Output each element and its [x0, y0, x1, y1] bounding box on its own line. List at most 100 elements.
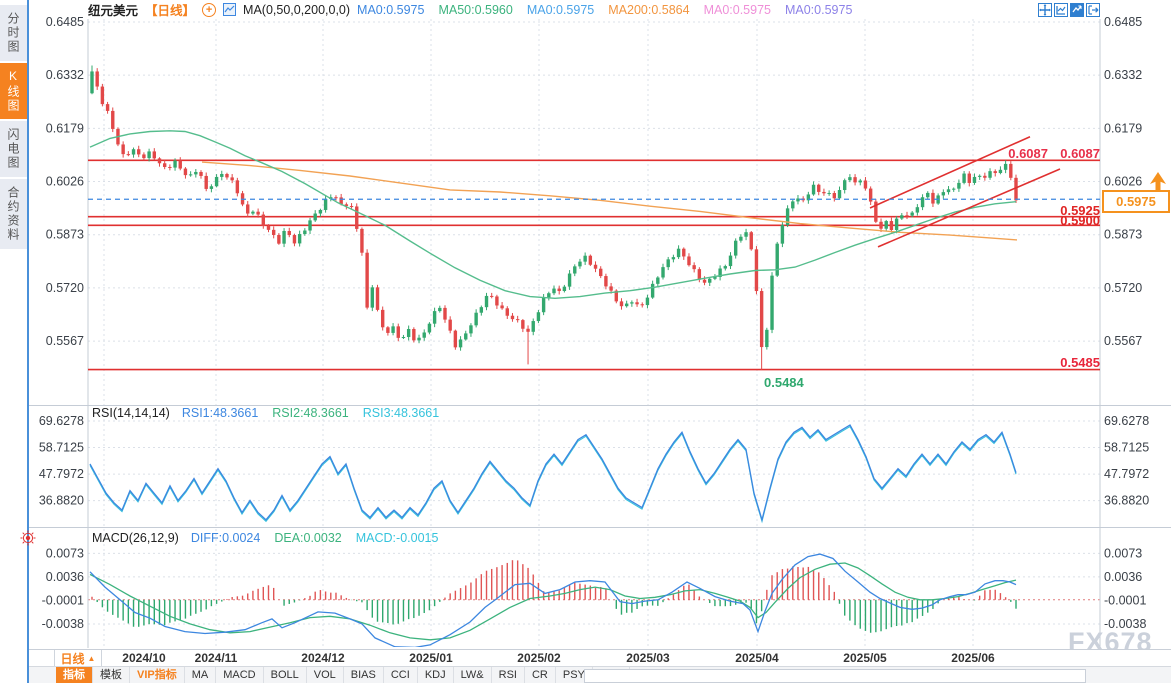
- current-price-tag: 0.5975: [1102, 190, 1170, 213]
- macd-value-2: MACD:-0.0015: [356, 531, 439, 545]
- ma-formula: MA(0,50,0,200,0,0): [243, 3, 350, 17]
- sidebar-tab-label: 闪电图: [5, 128, 22, 170]
- toolbar-item-cci[interactable]: CCI: [384, 667, 418, 683]
- chart-header: 纽元美元 【日线】 + MA(0,50,0,200,0,0) MA0:0.597…: [88, 1, 852, 18]
- macd-name: MACD(26,12,9): [92, 531, 179, 545]
- svg-text:0.6026: 0.6026: [46, 175, 84, 189]
- toolbar-item-模板[interactable]: 模板: [93, 667, 130, 683]
- svg-text:58.7125: 58.7125: [39, 441, 84, 455]
- period-dropdown-label: 日线: [61, 650, 85, 667]
- toolbar-item-lw[interactable]: LW&: [454, 667, 492, 683]
- svg-text:0.6485: 0.6485: [1104, 15, 1142, 29]
- toolbar-item-vip指标[interactable]: VIP指标: [130, 667, 185, 683]
- instrument-title: 纽元美元: [88, 0, 138, 19]
- price-level-label-1: 0.6087: [1048, 146, 1100, 161]
- toolbar-item-bias[interactable]: BIAS: [344, 667, 384, 683]
- svg-text:0.0073: 0.0073: [46, 546, 84, 560]
- price-level-label-5: 0.5484: [764, 375, 816, 390]
- macd-layer: [90, 554, 1016, 647]
- toolbar-item-ma[interactable]: MA: [185, 667, 217, 683]
- xaxis-date-2025-05: 2025/05: [843, 651, 886, 665]
- period-dropdown[interactable]: 日线 ▲: [54, 650, 102, 666]
- ma-value-0: MA0:0.5975: [357, 3, 424, 17]
- svg-text:-0.0038: -0.0038: [42, 617, 84, 631]
- trading-app: 0.6485 0.6485 0.6332 0.6332 0.6179 0.6179 0.60…: [0, 0, 1171, 683]
- add-indicator-icon[interactable]: +: [202, 3, 216, 17]
- toolbar-item-vol[interactable]: VOL: [307, 667, 344, 683]
- indicator-toolbar: 指标模板VIP指标MAMACDBOLLVOLBIASCCIKDJLW&RSICR…: [29, 666, 1171, 683]
- rsi-value-2: RSI3:48.3661: [363, 406, 439, 420]
- price-level-label-0: 0.6087: [996, 146, 1048, 161]
- sidebar-tab-contract-info[interactable]: 合约资料: [0, 179, 27, 249]
- macd-header: MACD(26,12,9) DIFF:0.0024 DEA:0.0032 MACD:…: [92, 531, 438, 545]
- svg-text:0.6026: 0.6026: [1104, 175, 1142, 189]
- svg-text:0.0036: 0.0036: [46, 570, 84, 584]
- xaxis-date-2025-04: 2025/04: [735, 651, 778, 665]
- svg-text:0.5873: 0.5873: [46, 228, 84, 242]
- sidebar-tab-label: 分时图: [5, 12, 22, 54]
- ma-value-2: MA0:0.5975: [527, 3, 594, 17]
- svg-text:-0.0001: -0.0001: [1104, 593, 1146, 607]
- svg-text:0.5720: 0.5720: [1104, 281, 1142, 295]
- xaxis-row: 日线 ▲ 2024/102024/112024/122025/012025/02…: [29, 649, 1171, 667]
- toolbar-item-cr[interactable]: CR: [525, 667, 556, 683]
- chart-toolbar-icons: [1038, 3, 1100, 17]
- sidebar-tab-lightning-chart[interactable]: 闪电图: [0, 121, 27, 177]
- ma-value-4: MA0:0.5975: [704, 3, 771, 17]
- svg-text:0.6485: 0.6485: [46, 15, 84, 29]
- svg-text:58.7125: 58.7125: [1104, 441, 1149, 455]
- price-level-label-3: 0.5900: [1048, 213, 1100, 228]
- svg-text:0.6332: 0.6332: [46, 68, 84, 82]
- svg-text:0.6179: 0.6179: [46, 121, 84, 135]
- ma-value-5: MA0:0.5975: [785, 3, 852, 17]
- svg-text:69.6278: 69.6278: [1104, 414, 1149, 428]
- chart-canvas[interactable]: 0.6485 0.6485 0.6332 0.6332 0.6179 0.6179 0.60…: [0, 0, 1171, 649]
- svg-text:0.0036: 0.0036: [1104, 570, 1142, 584]
- xaxis-date-2025-06: 2025/06: [951, 651, 994, 665]
- ma-values: MA0:0.5975MA50:0.5960MA0:0.5975MA200:0.5…: [357, 3, 852, 17]
- toolbar-item-rsi[interactable]: RSI: [492, 667, 525, 683]
- chevron-up-icon: ▲: [88, 654, 96, 663]
- toolbar-item-kdj[interactable]: KDJ: [418, 667, 454, 683]
- svg-text:-0.0001: -0.0001: [42, 593, 84, 607]
- price-up-arrow-icon: [1146, 171, 1170, 191]
- svg-text:0.5567: 0.5567: [1104, 334, 1142, 348]
- toolbar-items: 指标模板VIP指标MAMACDBOLLVOLBIASCCIKDJLW&RSICR…: [56, 667, 593, 683]
- left-sidebar: 分时图 K线图 闪电图 合约资料: [0, 0, 29, 683]
- toolbar-blank-field: [584, 669, 1086, 683]
- svg-text:0.5873: 0.5873: [1104, 228, 1142, 242]
- ma-value-1: MA50:0.5960: [438, 3, 512, 17]
- svg-text:0.5720: 0.5720: [46, 281, 84, 295]
- svg-text:36.8820: 36.8820: [39, 494, 84, 508]
- svg-text:0.6332: 0.6332: [1104, 68, 1142, 82]
- ma-lines: [90, 131, 1017, 298]
- xaxis-date-2025-01: 2025/01: [409, 651, 452, 665]
- exit-fullscreen-icon[interactable]: [1086, 3, 1100, 17]
- toolbar-item-macd[interactable]: MACD: [216, 667, 263, 683]
- xaxis-date-2024-11: 2024/11: [195, 651, 238, 665]
- gridlines: [88, 19, 1100, 647]
- ma-indicator-icon: [223, 3, 236, 16]
- indicator-window-icon[interactable]: [1070, 3, 1084, 17]
- sidebar-tab-kline-chart[interactable]: K线图: [0, 63, 27, 119]
- candles-layer: [90, 65, 1017, 369]
- svg-text:36.8820: 36.8820: [1104, 494, 1149, 508]
- sidebar-tab-label: K线图: [5, 69, 22, 113]
- rsi-value-1: RSI2:48.3661: [272, 406, 348, 420]
- svg-text:0.5567: 0.5567: [46, 334, 84, 348]
- toolbar-item-指标[interactable]: 指标: [56, 667, 93, 683]
- rsi-value-0: RSI1:48.3661: [182, 406, 258, 420]
- rsi-header: RSI(14,14,14) RSI1:48.3661RSI2:48.3661RS…: [92, 406, 439, 420]
- xaxis-date-2025-02: 2025/02: [517, 651, 560, 665]
- crosshair-move-icon[interactable]: [1038, 3, 1052, 17]
- macd-value-0: DIFF:0.0024: [191, 531, 260, 545]
- svg-text:47.7972: 47.7972: [39, 467, 84, 481]
- panel-marker-icon: [19, 529, 37, 547]
- xaxis-date-2024-10: 2024/10: [122, 651, 165, 665]
- macd-value-1: DEA:0.0032: [274, 531, 341, 545]
- toolbar-item-boll[interactable]: BOLL: [264, 667, 307, 683]
- sidebar-tab-time-chart[interactable]: 分时图: [0, 5, 27, 61]
- svg-text:0.6179: 0.6179: [1104, 121, 1142, 135]
- axis-scale-icon[interactable]: [1054, 3, 1068, 17]
- period-badge: 【日线】: [145, 0, 195, 19]
